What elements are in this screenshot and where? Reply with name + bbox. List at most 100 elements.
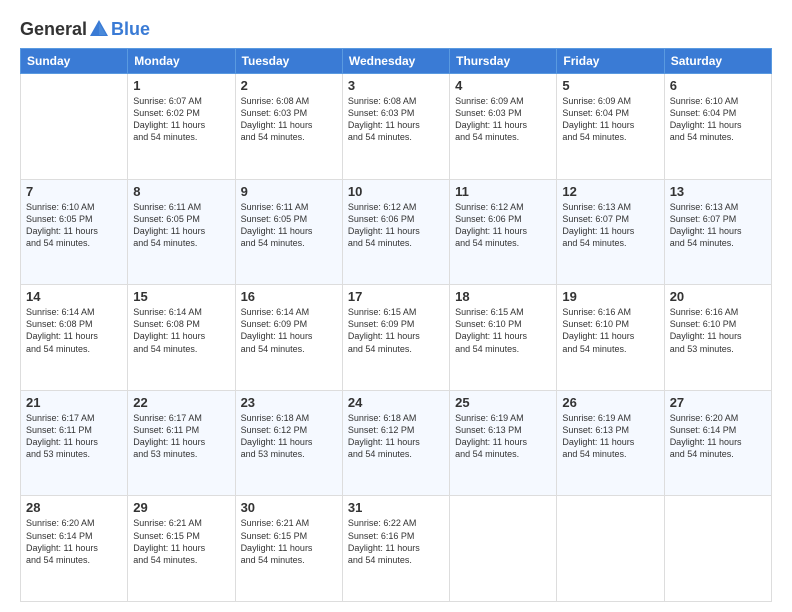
weekday-header-friday: Friday (557, 49, 664, 74)
day-info: Sunrise: 6:20 AM Sunset: 6:14 PM Dayligh… (670, 412, 766, 461)
calendar-cell: 19 Sunrise: 6:16 AM Sunset: 6:10 PM Dayli… (557, 285, 664, 391)
calendar-cell (450, 496, 557, 602)
weekday-header-row: SundayMondayTuesdayWednesdayThursdayFrid… (21, 49, 772, 74)
day-info: Sunrise: 6:15 AM Sunset: 6:10 PM Dayligh… (455, 306, 551, 355)
day-info: Sunrise: 6:21 AM Sunset: 6:15 PM Dayligh… (133, 517, 229, 566)
day-info: Sunrise: 6:10 AM Sunset: 6:05 PM Dayligh… (26, 201, 122, 250)
calendar-cell: 26 Sunrise: 6:19 AM Sunset: 6:13 PM Dayli… (557, 390, 664, 496)
weekday-header-sunday: Sunday (21, 49, 128, 74)
calendar-cell: 4Sunrise: 6:09 AM Sunset: 6:03 PM Daylig… (450, 74, 557, 180)
day-info: Sunrise: 6:19 AM Sunset: 6:13 PM Dayligh… (562, 412, 658, 461)
header: General Blue (20, 18, 772, 40)
calendar-cell: 21 Sunrise: 6:17 AM Sunset: 6:11 PM Dayli… (21, 390, 128, 496)
day-number: 13 (670, 184, 766, 199)
day-number: 2 (241, 78, 337, 93)
calendar-cell: 31 Sunrise: 6:22 AM Sunset: 6:16 PM Dayli… (342, 496, 449, 602)
day-info: Sunrise: 6:14 AM Sunset: 6:08 PM Dayligh… (26, 306, 122, 355)
calendar-cell: 5 Sunrise: 6:09 AM Sunset: 6:04 PM Daylig… (557, 74, 664, 180)
day-info: Sunrise: 6:10 AM Sunset: 6:04 PM Dayligh… (670, 95, 766, 144)
calendar-cell (557, 496, 664, 602)
calendar-cell: 15 Sunrise: 6:14 AM Sunset: 6:08 PM Dayli… (128, 285, 235, 391)
day-number: 15 (133, 289, 229, 304)
calendar-cell: 29 Sunrise: 6:21 AM Sunset: 6:15 PM Dayli… (128, 496, 235, 602)
calendar-cell: 28 Sunrise: 6:20 AM Sunset: 6:14 PM Dayli… (21, 496, 128, 602)
day-info: Sunrise: 6:16 AM Sunset: 6:10 PM Dayligh… (562, 306, 658, 355)
day-number: 28 (26, 500, 122, 515)
calendar-cell: 17 Sunrise: 6:15 AM Sunset: 6:09 PM Dayli… (342, 285, 449, 391)
week-row-2: 7 Sunrise: 6:10 AM Sunset: 6:05 PM Daylig… (21, 179, 772, 285)
calendar-cell: 2 Sunrise: 6:08 AM Sunset: 6:03 PM Daylig… (235, 74, 342, 180)
day-info: Sunrise: 6:13 AM Sunset: 6:07 PM Dayligh… (562, 201, 658, 250)
weekday-header-monday: Monday (128, 49, 235, 74)
day-info: Sunrise: 6:18 AM Sunset: 6:12 PM Dayligh… (241, 412, 337, 461)
day-info: Sunrise: 6:12 AM Sunset: 6:06 PM Dayligh… (455, 201, 551, 250)
week-row-4: 21 Sunrise: 6:17 AM Sunset: 6:11 PM Dayli… (21, 390, 772, 496)
calendar-cell: 9Sunrise: 6:11 AM Sunset: 6:05 PM Daylig… (235, 179, 342, 285)
day-info: Sunrise: 6:11 AM Sunset: 6:05 PM Dayligh… (133, 201, 229, 250)
week-row-1: 1Sunrise: 6:07 AM Sunset: 6:02 PM Daylig… (21, 74, 772, 180)
logo: General Blue (20, 18, 150, 40)
day-number: 21 (26, 395, 122, 410)
weekday-header-wednesday: Wednesday (342, 49, 449, 74)
calendar-cell: 1Sunrise: 6:07 AM Sunset: 6:02 PM Daylig… (128, 74, 235, 180)
day-number: 31 (348, 500, 444, 515)
day-info: Sunrise: 6:17 AM Sunset: 6:11 PM Dayligh… (26, 412, 122, 461)
calendar-cell: 6Sunrise: 6:10 AM Sunset: 6:04 PM Daylig… (664, 74, 771, 180)
day-info: Sunrise: 6:08 AM Sunset: 6:03 PM Dayligh… (348, 95, 444, 144)
day-info: Sunrise: 6:12 AM Sunset: 6:06 PM Dayligh… (348, 201, 444, 250)
day-info: Sunrise: 6:22 AM Sunset: 6:16 PM Dayligh… (348, 517, 444, 566)
calendar-cell (21, 74, 128, 180)
day-number: 5 (562, 78, 658, 93)
day-info: Sunrise: 6:20 AM Sunset: 6:14 PM Dayligh… (26, 517, 122, 566)
day-info: Sunrise: 6:08 AM Sunset: 6:03 PM Dayligh… (241, 95, 337, 144)
day-number: 19 (562, 289, 658, 304)
day-info: Sunrise: 6:07 AM Sunset: 6:02 PM Dayligh… (133, 95, 229, 144)
calendar-cell: 18Sunrise: 6:15 AM Sunset: 6:10 PM Dayli… (450, 285, 557, 391)
day-info: Sunrise: 6:13 AM Sunset: 6:07 PM Dayligh… (670, 201, 766, 250)
day-number: 16 (241, 289, 337, 304)
day-number: 12 (562, 184, 658, 199)
day-info: Sunrise: 6:09 AM Sunset: 6:04 PM Dayligh… (562, 95, 658, 144)
calendar-cell: 27Sunrise: 6:20 AM Sunset: 6:14 PM Dayli… (664, 390, 771, 496)
calendar-cell: 10 Sunrise: 6:12 AM Sunset: 6:06 PM Dayli… (342, 179, 449, 285)
logo-icon (88, 18, 110, 40)
day-info: Sunrise: 6:11 AM Sunset: 6:05 PM Dayligh… (241, 201, 337, 250)
day-info: Sunrise: 6:19 AM Sunset: 6:13 PM Dayligh… (455, 412, 551, 461)
day-number: 22 (133, 395, 229, 410)
calendar-cell: 12 Sunrise: 6:13 AM Sunset: 6:07 PM Dayli… (557, 179, 664, 285)
calendar-cell: 11 Sunrise: 6:12 AM Sunset: 6:06 PM Dayli… (450, 179, 557, 285)
logo-text: General Blue (20, 18, 150, 40)
day-number: 7 (26, 184, 122, 199)
weekday-header-thursday: Thursday (450, 49, 557, 74)
calendar-cell: 7 Sunrise: 6:10 AM Sunset: 6:05 PM Daylig… (21, 179, 128, 285)
day-number: 17 (348, 289, 444, 304)
day-number: 24 (348, 395, 444, 410)
day-number: 29 (133, 500, 229, 515)
day-number: 3 (348, 78, 444, 93)
day-number: 26 (562, 395, 658, 410)
weekday-header-tuesday: Tuesday (235, 49, 342, 74)
calendar-cell: 13 Sunrise: 6:13 AM Sunset: 6:07 PM Dayli… (664, 179, 771, 285)
day-info: Sunrise: 6:14 AM Sunset: 6:08 PM Dayligh… (133, 306, 229, 355)
calendar-cell: 20 Sunrise: 6:16 AM Sunset: 6:10 PM Dayli… (664, 285, 771, 391)
calendar-cell: 25 Sunrise: 6:19 AM Sunset: 6:13 PM Dayli… (450, 390, 557, 496)
weekday-header-saturday: Saturday (664, 49, 771, 74)
day-info: Sunrise: 6:16 AM Sunset: 6:10 PM Dayligh… (670, 306, 766, 355)
day-number: 4 (455, 78, 551, 93)
day-number: 25 (455, 395, 551, 410)
calendar-cell (664, 496, 771, 602)
calendar: SundayMondayTuesdayWednesdayThursdayFrid… (20, 48, 772, 602)
day-number: 10 (348, 184, 444, 199)
day-info: Sunrise: 6:18 AM Sunset: 6:12 PM Dayligh… (348, 412, 444, 461)
day-info: Sunrise: 6:15 AM Sunset: 6:09 PM Dayligh… (348, 306, 444, 355)
day-info: Sunrise: 6:14 AM Sunset: 6:09 PM Dayligh… (241, 306, 337, 355)
logo-general: General (20, 19, 87, 40)
calendar-cell: 24 Sunrise: 6:18 AM Sunset: 6:12 PM Dayli… (342, 390, 449, 496)
day-number: 23 (241, 395, 337, 410)
calendar-cell: 23 Sunrise: 6:18 AM Sunset: 6:12 PM Dayli… (235, 390, 342, 496)
logo-blue: Blue (111, 19, 150, 40)
day-number: 11 (455, 184, 551, 199)
day-number: 20 (670, 289, 766, 304)
day-number: 14 (26, 289, 122, 304)
calendar-cell: 8Sunrise: 6:11 AM Sunset: 6:05 PM Daylig… (128, 179, 235, 285)
